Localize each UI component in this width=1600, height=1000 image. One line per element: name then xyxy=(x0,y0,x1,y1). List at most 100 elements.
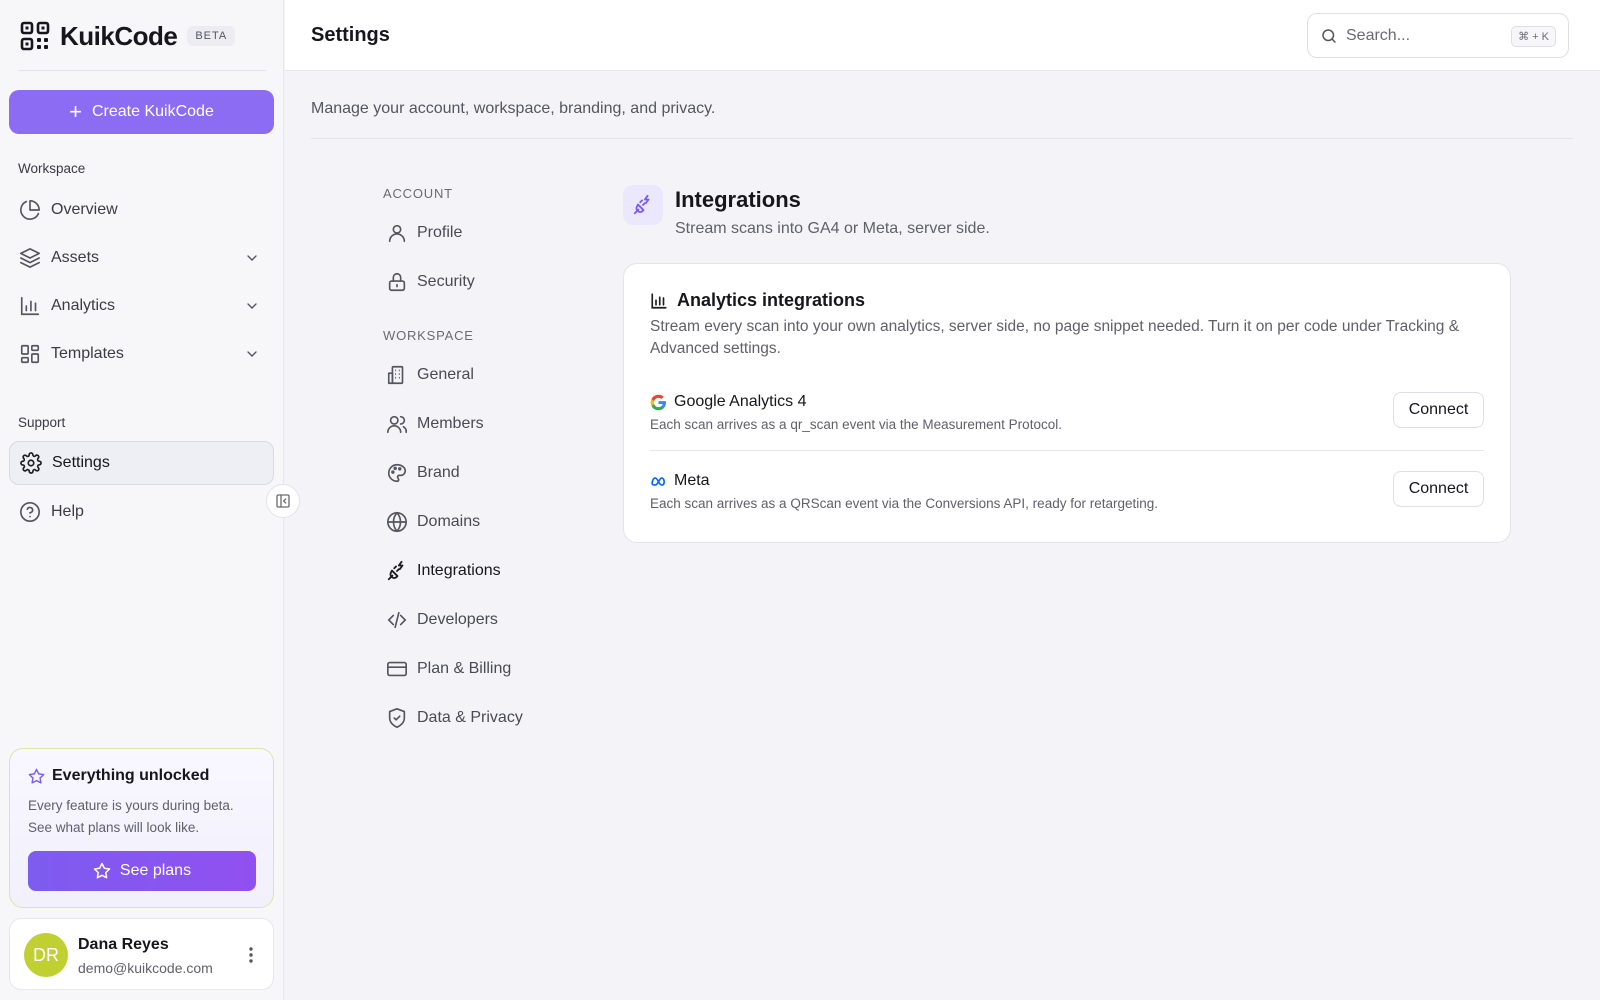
search-shortcut: ⌘ + K xyxy=(1511,26,1556,47)
avatar: DR xyxy=(24,933,68,977)
user-card[interactable]: DR Dana Reyes demo@kuikcode.com xyxy=(9,918,274,990)
settings-nav-developers[interactable]: Developers xyxy=(386,603,498,637)
page-title: Settings xyxy=(311,24,390,46)
support-section-label: Support xyxy=(18,415,66,430)
sidebar-item-label: Analytics xyxy=(51,297,116,314)
provider-row-meta: Meta Each scan arrives as a QRScan event… xyxy=(650,464,1484,530)
page-subtitle: Manage your account, workspace, branding… xyxy=(311,100,716,117)
search-box[interactable]: ⌘ + K xyxy=(1307,13,1569,58)
provider-name-text: Meta xyxy=(674,472,710,489)
sidebar: KuikCode BETA + Create KuikCode Workspac… xyxy=(0,0,284,1000)
search-input[interactable] xyxy=(1346,26,1506,45)
settings-nav-brand[interactable]: Brand xyxy=(386,456,460,490)
sidebar-item-label: Assets xyxy=(51,249,100,266)
settings-nav-plan-billing[interactable]: Plan & Billing xyxy=(386,652,511,686)
sidebar-item-label: Settings xyxy=(52,454,110,471)
settings-nav-label: Plan & Billing xyxy=(417,660,512,677)
promo-title-text: Everything unlocked xyxy=(52,767,210,784)
divider xyxy=(311,138,1573,139)
plus-icon: + xyxy=(69,99,82,124)
connect-ga4-button[interactable]: Connect xyxy=(1393,392,1484,428)
section-subtitle: Stream scans into GA4 or Meta, server si… xyxy=(675,220,990,237)
meta-icon xyxy=(651,476,666,486)
see-plans-label: See plans xyxy=(119,862,192,879)
provider-name: Google Analytics 4 xyxy=(650,393,807,411)
beta-badge: BETA xyxy=(187,26,236,46)
settings-nav-domains[interactable]: Domains xyxy=(386,505,480,539)
shield-check-icon xyxy=(388,708,406,728)
settings-nav-label: Profile xyxy=(417,224,463,241)
card-title: Analytics integrations xyxy=(650,290,865,311)
chevron-down-icon[interactable] xyxy=(244,298,260,314)
create-kuikcode-button[interactable]: + Create KuikCode xyxy=(9,90,274,134)
layout-grid-icon xyxy=(20,344,40,364)
help-circle-icon xyxy=(20,502,40,522)
settings-nav-label: Brand xyxy=(417,464,460,481)
app-name: KuikCode xyxy=(60,20,178,51)
user-icon xyxy=(388,224,406,243)
sidebar-item-label: Overview xyxy=(51,201,118,218)
plug-icon xyxy=(387,560,404,581)
account-section-label: ACCOUNT xyxy=(383,186,453,201)
sidebar-item-assets[interactable]: Assets xyxy=(9,236,274,280)
star-icon xyxy=(93,862,111,879)
promo-description: Every feature is yours during beta. See … xyxy=(28,798,234,835)
building-icon xyxy=(387,365,404,385)
sidebar-item-templates[interactable]: Templates xyxy=(9,332,274,376)
more-vertical-icon[interactable] xyxy=(241,943,261,967)
settings-nav-general[interactable]: General xyxy=(386,358,474,392)
settings-nav-integrations[interactable]: Integrations xyxy=(386,554,501,588)
settings-nav-members[interactable]: Members xyxy=(386,407,484,441)
provider-row-ga4: Google Analytics 4 Each scan arrives as … xyxy=(650,385,1484,451)
integrations-header-icon xyxy=(623,185,663,225)
sidebar-item-overview[interactable]: Overview xyxy=(9,188,274,232)
user-email: demo@kuikcode.com xyxy=(78,960,213,976)
code-icon xyxy=(387,611,407,629)
settings-nav-profile[interactable]: Profile xyxy=(386,216,462,250)
card-description: Stream every scan into your own analytic… xyxy=(650,318,1460,357)
globe-icon xyxy=(387,511,407,533)
user-name: Dana Reyes xyxy=(78,936,169,953)
bar-chart-icon xyxy=(20,296,40,316)
settings-nav-label: Security xyxy=(417,273,475,290)
palette-icon xyxy=(388,463,407,483)
sidebar-item-settings[interactable]: Settings xyxy=(9,441,274,485)
settings-nav-label: Domains xyxy=(417,513,481,530)
settings-nav-label: Data & Privacy xyxy=(417,709,523,726)
create-button-label: Create KuikCode xyxy=(92,103,214,120)
divider xyxy=(18,70,266,71)
lock-icon xyxy=(388,272,406,292)
settings-nav-label: Developers xyxy=(417,611,498,628)
plug-icon xyxy=(633,194,650,215)
divider xyxy=(650,450,1484,451)
layers-icon xyxy=(20,248,40,268)
chevron-down-icon[interactable] xyxy=(244,250,260,266)
star-icon xyxy=(28,768,45,784)
provider-name: Meta xyxy=(650,472,710,490)
pie-chart-icon xyxy=(20,200,40,220)
google-icon xyxy=(650,394,667,410)
see-plans-button[interactable]: See plans xyxy=(28,851,256,891)
beta-promo-card: Everything unlocked Every feature is you… xyxy=(9,748,274,908)
credit-card-icon xyxy=(387,661,407,677)
provider-description: Each scan arrives as a QRScan event via … xyxy=(650,496,1159,511)
panel-left-icon xyxy=(276,494,290,508)
sidebar-item-label: Templates xyxy=(51,345,124,362)
sidebar-item-label: Help xyxy=(51,503,84,520)
settings-nav-security[interactable]: Security xyxy=(386,265,475,299)
card-title-text: Analytics integrations xyxy=(677,290,866,310)
gear-icon xyxy=(20,452,42,474)
collapse-sidebar-button[interactable] xyxy=(266,484,300,518)
promo-title: Everything unlocked xyxy=(28,767,209,785)
chevron-down-icon[interactable] xyxy=(244,346,260,362)
sidebar-item-help[interactable]: Help xyxy=(9,490,274,534)
settings-nav-data-privacy[interactable]: Data & Privacy xyxy=(386,701,523,735)
users-icon xyxy=(387,415,407,434)
brand[interactable]: KuikCode BETA xyxy=(20,18,266,54)
connect-meta-button[interactable]: Connect xyxy=(1393,471,1484,507)
bar-chart-icon xyxy=(651,292,667,309)
provider-description: Each scan arrives as a qr_scan event via… xyxy=(650,417,1062,432)
workspace-section-label: Workspace xyxy=(18,161,86,176)
sidebar-item-analytics[interactable]: Analytics xyxy=(9,284,274,328)
workspace-settings-section-label: WORKSPACE xyxy=(383,328,474,343)
